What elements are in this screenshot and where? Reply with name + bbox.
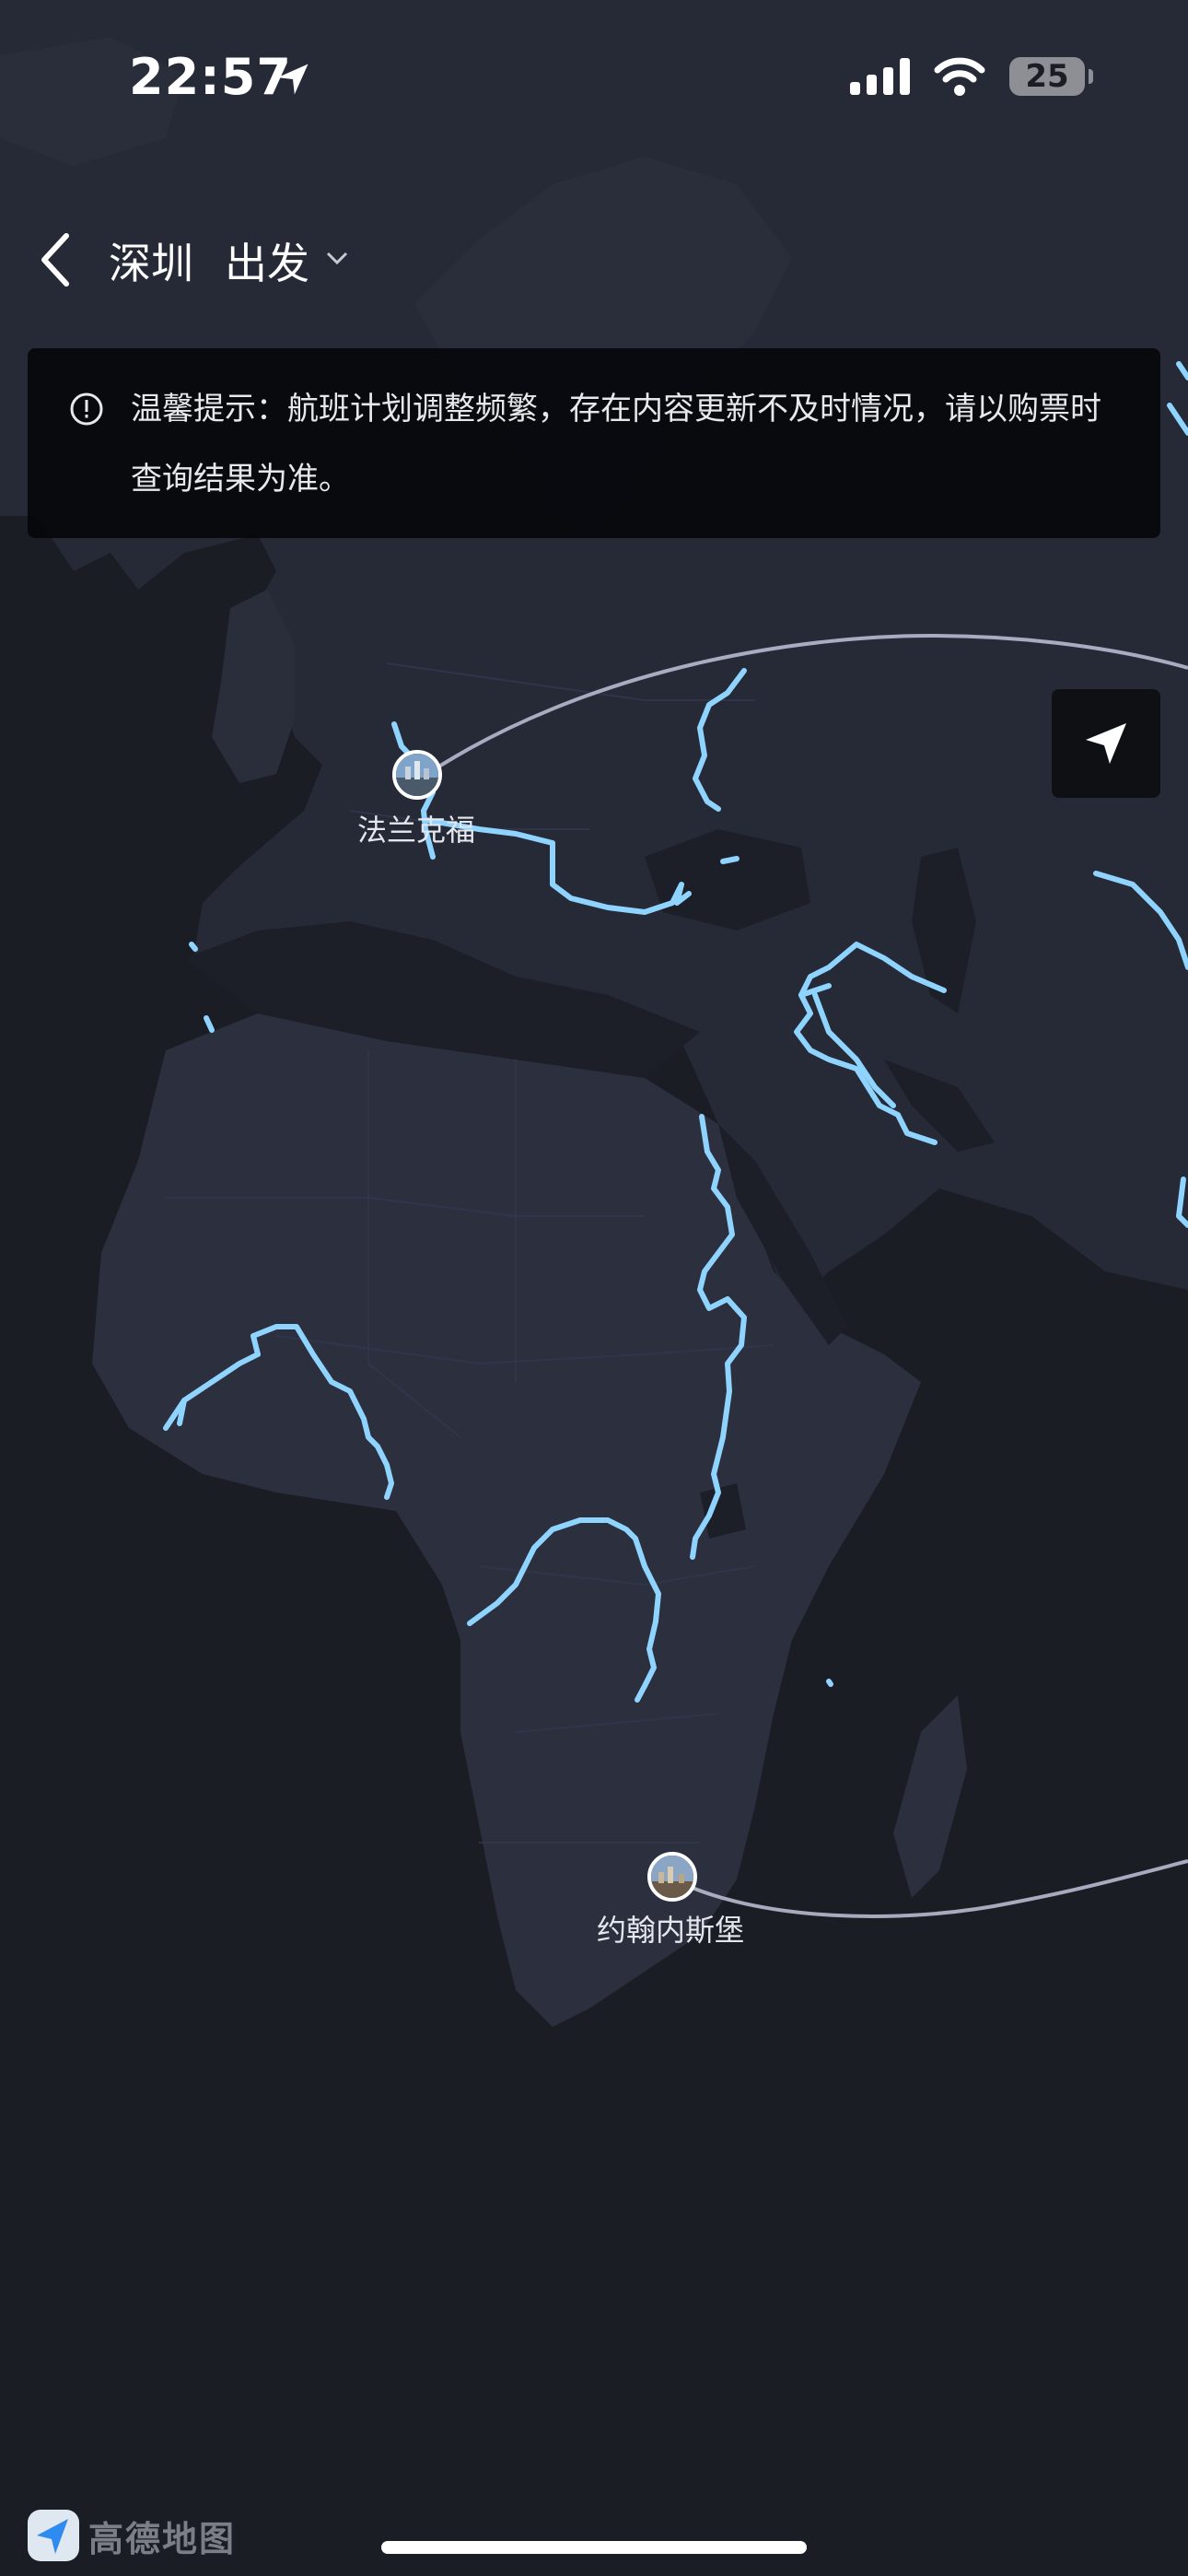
city-photo [651, 1856, 693, 1898]
river-iberia-b [204, 1015, 215, 1033]
city-pin-johannesburg[interactable] [647, 1852, 697, 1902]
map-brand: 高德地图 [26, 2508, 236, 2563]
chevron-left-icon [41, 233, 69, 287]
locate-button[interactable] [1052, 689, 1160, 798]
chevron-down-icon[interactable] [324, 245, 350, 271]
river-iberia [189, 942, 198, 952]
notice-banner: 温馨提示：航班计划调整频繁，存在内容更新不及时情况，请以购票时查询结果为准。 [28, 348, 1160, 538]
amap-logo-icon [28, 2510, 79, 2561]
notice-text: 温馨提示：航班计划调整频繁，存在内容更新不及时情况，请以购票时查询结果为准。 [131, 391, 1101, 498]
brand-name: 高德地图 [88, 2518, 237, 2559]
city-photo [396, 754, 438, 796]
land-madagascar [893, 1695, 967, 1898]
mode-selector[interactable]: 出发 [225, 230, 309, 291]
city-pin-frankfurt[interactable] [392, 750, 442, 800]
battery-indicator: 25 [1009, 57, 1093, 96]
home-indicator[interactable] [381, 2541, 807, 2554]
city-label-johannesburg: 约翰内斯堡 [597, 1913, 745, 1948]
departure-city[interactable]: 深圳 [109, 230, 193, 291]
status-time: 22:57 [129, 48, 292, 106]
navigation-arrow-icon [1086, 723, 1126, 764]
city-label-frankfurt: 法兰克福 [357, 813, 476, 848]
back-button[interactable] [33, 230, 79, 289]
river-dnieper-frag [720, 856, 740, 864]
status-icons: 25 [850, 57, 1093, 96]
location-arrow-icon [277, 64, 309, 95]
info-circle-icon [70, 392, 103, 426]
river-zambezi-frag [826, 1679, 833, 1687]
cellular-signal-icon [850, 58, 910, 95]
wifi-icon [934, 57, 985, 96]
